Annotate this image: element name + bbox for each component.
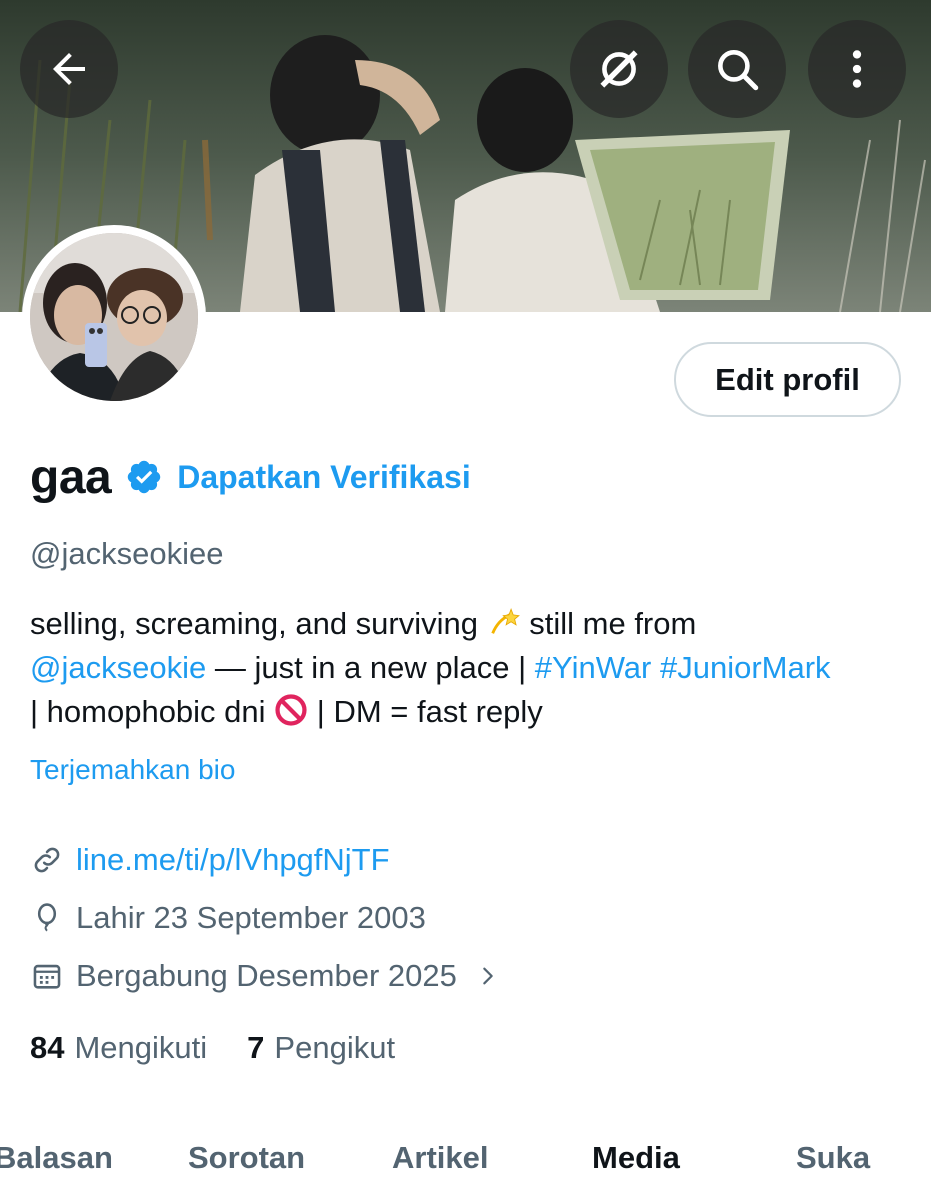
profile-joined[interactable]: Bergabung Desember 2025 <box>30 958 499 994</box>
more-vertical-icon <box>852 50 862 88</box>
tab-suka[interactable]: Suka <box>796 1140 870 1176</box>
get-verified-link[interactable]: Dapatkan Verifikasi <box>177 459 470 496</box>
bio-text: — just in a new place | <box>214 650 527 685</box>
joined-text: Bergabung Desember 2025 <box>76 958 457 993</box>
balloon-icon <box>37 903 57 932</box>
website-link[interactable]: line.me/ti/p/lVhpgfNjTF <box>76 842 390 878</box>
following-stat[interactable]: 84 Mengikuti <box>30 1030 207 1066</box>
bio-text: selling, screaming, and surviving <box>30 606 478 641</box>
bio-line-2: @jackseokie — just in a new place | #Yin… <box>30 646 910 690</box>
followers-stat[interactable]: 7 Pengikut <box>247 1030 395 1066</box>
dizzy-emoji-icon <box>490 608 520 634</box>
profile-stats: 84 Mengikuti 7 Pengikut <box>30 1030 395 1066</box>
bio-line-3: | homophobic dni | DM = fast reply <box>30 690 910 734</box>
bio-text: still me from <box>529 606 697 641</box>
search-button[interactable] <box>688 20 786 118</box>
chevron-right-icon <box>483 967 493 985</box>
profile-tabs: Balasan Sorotan Artikel Media Suka <box>0 1130 931 1200</box>
back-button[interactable] <box>20 20 118 118</box>
followers-count: 7 <box>247 1030 265 1065</box>
bio-text: | homophobic dni <box>30 694 266 729</box>
link-icon <box>34 847 60 873</box>
edit-profile-button[interactable]: Edit profil <box>674 342 901 417</box>
profile-website: line.me/ti/p/lVhpgfNjTF <box>30 842 390 878</box>
search-icon <box>718 50 759 91</box>
name-row: gaa Dapatkan Verifikasi <box>30 448 471 506</box>
avatar[interactable] <box>22 225 206 409</box>
bio-text: | DM = fast reply <box>316 694 543 729</box>
bio-hashtag-link[interactable]: #YinWar <box>535 650 652 685</box>
grok-icon <box>600 50 638 88</box>
tab-media[interactable]: Media <box>592 1140 680 1176</box>
verified-badge-icon[interactable] <box>125 458 163 496</box>
avatar-image <box>30 233 198 401</box>
tab-artikel[interactable]: Artikel <box>392 1140 488 1176</box>
calendar-icon <box>33 964 61 989</box>
bio-line-1: selling, screaming, and surviving still … <box>30 602 910 646</box>
profile-birthdate: Lahir 23 September 2003 <box>30 900 426 936</box>
tab-sorotan[interactable]: Sorotan <box>188 1140 305 1176</box>
profile-bio: selling, screaming, and surviving still … <box>30 602 910 734</box>
arrow-left-icon <box>53 53 85 85</box>
birthdate-text: Lahir 23 September 2003 <box>76 900 426 935</box>
bio-mention-link[interactable]: @jackseokie <box>30 650 206 685</box>
tab-balasan[interactable]: Balasan <box>0 1140 113 1176</box>
grok-button[interactable] <box>570 20 668 118</box>
followers-label: Pengikut <box>274 1030 396 1065</box>
more-button[interactable] <box>808 20 906 118</box>
prohibited-emoji-icon <box>275 694 307 726</box>
following-label: Mengikuti <box>74 1030 208 1065</box>
profile-handle: @jackseokiee <box>30 536 224 571</box>
bio-hashtag-link[interactable]: #JuniorMark <box>660 650 831 685</box>
translate-bio-link[interactable]: Terjemahkan bio <box>30 754 235 786</box>
display-name: gaa <box>30 450 112 504</box>
following-count: 84 <box>30 1030 65 1065</box>
